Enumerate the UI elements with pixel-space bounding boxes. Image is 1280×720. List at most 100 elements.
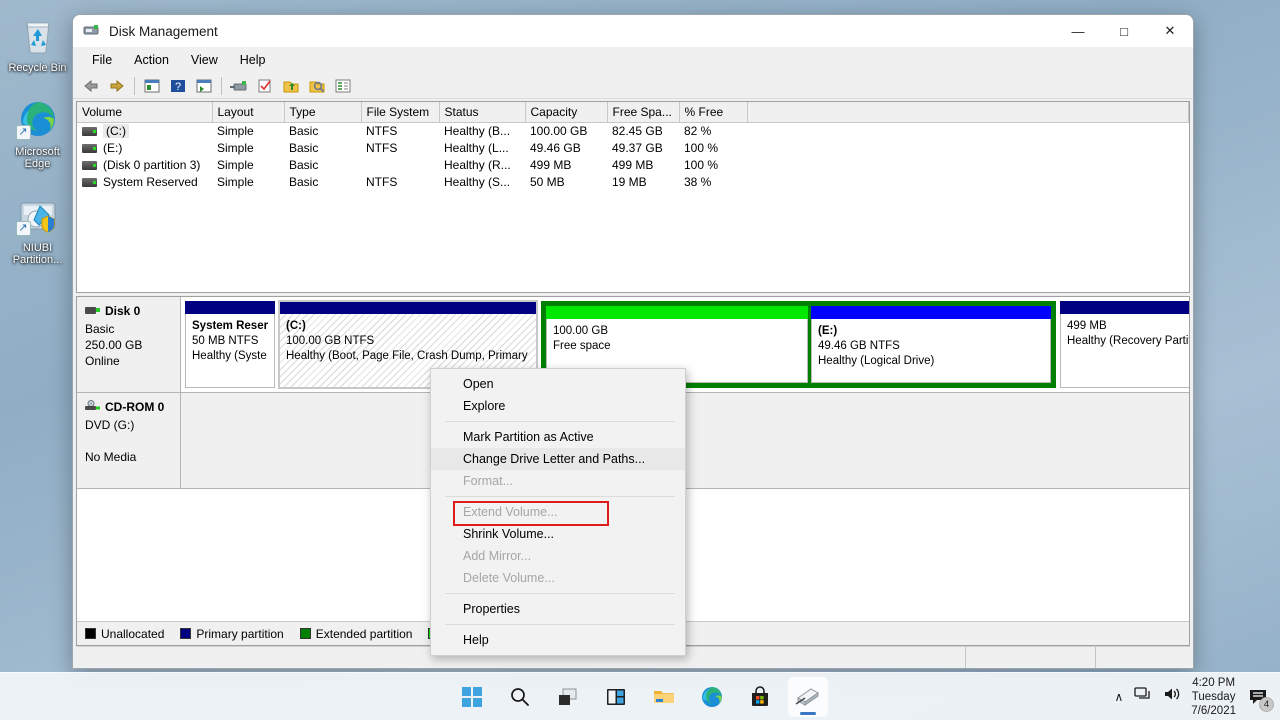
clock[interactable]: 4:20 PM Tuesday 7/6/2021 <box>1191 676 1236 718</box>
cell-layout: Simple <box>212 140 284 157</box>
minimize-button[interactable]: — <box>1055 15 1101 47</box>
task-view-icon[interactable] <box>548 677 588 717</box>
file-explorer-icon[interactable] <box>644 677 684 717</box>
shortcut-arrow-icon: ↗ <box>16 221 31 236</box>
table-row[interactable]: (C:) Simple Basic NTFS Healthy (B... 100… <box>77 123 1189 140</box>
disk-size: 250.00 GB <box>85 337 172 353</box>
col-volume[interactable]: Volume <box>77 102 212 123</box>
cell-volume: (E:) <box>77 140 212 157</box>
cell-filler <box>747 123 1189 140</box>
taskbar: ∧ 4:20 PM Tuesday 7/6/2021 4 <box>0 672 1280 720</box>
partition-size: 50 MB NTFS <box>192 335 258 347</box>
search-icon[interactable] <box>500 677 540 717</box>
partition-system-reserved[interactable]: System Reser 50 MB NTFS Healthy (Syste <box>185 301 275 388</box>
cell-type: Basic <box>284 123 361 140</box>
context-menu-item-shrink-volume[interactable]: Shrink Volume... <box>431 523 685 545</box>
drive-icon <box>82 161 97 170</box>
partition-e-drive[interactable]: (E:) 49.46 GB NTFS Healthy (Logical Driv… <box>811 306 1051 383</box>
col-file-system[interactable]: File System <box>361 102 439 123</box>
chevron-up-icon[interactable]: ∧ <box>1114 690 1123 704</box>
table-row[interactable]: System Reserved Simple Basic NTFS Health… <box>77 174 1189 191</box>
col-status[interactable]: Status <box>439 102 525 123</box>
maximize-button[interactable]: □ <box>1101 15 1147 47</box>
context-menu-separator <box>445 593 675 594</box>
table-row[interactable]: (E:) Simple Basic NTFS Healthy (L... 49.… <box>77 140 1189 157</box>
back-arrow-icon[interactable] <box>79 75 103 97</box>
menu-view[interactable]: View <box>180 50 229 70</box>
col-capacity[interactable]: Capacity <box>525 102 607 123</box>
cell-type: Basic <box>284 174 361 191</box>
svg-text:?: ? <box>175 81 181 93</box>
menu-help[interactable]: Help <box>229 50 277 70</box>
partition-size: 499 MB <box>1067 320 1107 332</box>
disk-management-icon <box>83 23 101 39</box>
rescan-disks-icon[interactable] <box>227 75 251 97</box>
desktop-icon-niubi-partition[interactable]: ↗ NIUBI Partition... <box>0 188 75 270</box>
properties-icon[interactable] <box>331 75 355 97</box>
up-one-level-icon[interactable] <box>140 75 164 97</box>
microsoft-store-icon[interactable] <box>740 677 780 717</box>
desktop-icon-microsoft-edge[interactable]: ↗ Microsoft Edge <box>0 92 75 174</box>
menu-file[interactable]: File <box>81 50 123 70</box>
cell-layout: Simple <box>212 157 284 174</box>
col-percent-free[interactable]: % Free <box>679 102 747 123</box>
cdrom-icon <box>85 400 100 414</box>
cell-percent-free: 38 % <box>679 174 747 191</box>
partition-recovery[interactable]: 499 MB Healthy (Recovery Partit <box>1060 301 1190 388</box>
toolbar-separator <box>134 77 135 95</box>
notification-center-button[interactable]: 4 <box>1246 684 1272 710</box>
cell-filler <box>747 174 1189 191</box>
speaker-icon[interactable] <box>1163 686 1181 707</box>
help-icon[interactable]: ? <box>166 75 190 97</box>
close-button[interactable]: ✕ <box>1147 15 1193 47</box>
export-icon[interactable] <box>279 75 303 97</box>
disk-management-icon[interactable] <box>788 677 828 717</box>
status-segment-3 <box>1096 647 1190 668</box>
context-menu-item-mark-partition-as-active[interactable]: Mark Partition as Active <box>431 426 685 448</box>
context-menu-item-open[interactable]: Open <box>431 373 685 395</box>
menu-action[interactable]: Action <box>123 50 180 70</box>
disk-size <box>85 433 172 449</box>
col-free-space[interactable]: Free Spa... <box>607 102 679 123</box>
context-menu-item-delete-volume: Delete Volume... <box>431 567 685 589</box>
context-menu-item-help[interactable]: Help <box>431 629 685 651</box>
widgets-icon[interactable] <box>596 677 636 717</box>
taskbar-apps <box>0 677 1280 717</box>
show-hide-pane-icon[interactable] <box>192 75 216 97</box>
search-icon[interactable] <box>305 75 329 97</box>
recycle-bin-icon <box>16 14 60 58</box>
cell-layout: Simple <box>212 123 284 140</box>
cell-percent-free: 100 % <box>679 140 747 157</box>
cell-type: Basic <box>284 140 361 157</box>
context-menu-item-extend-volume: Extend Volume... <box>431 501 685 523</box>
network-icon[interactable] <box>1134 686 1152 707</box>
cell-capacity: 49.46 GB <box>525 140 607 157</box>
volume-list[interactable]: Volume Layout Type File System Status Ca… <box>76 101 1190 293</box>
cell-percent-free: 82 % <box>679 123 747 140</box>
forward-arrow-icon[interactable] <box>105 75 129 97</box>
window-titlebar: Disk Management — □ ✕ <box>73 15 1193 47</box>
disk-info-disk0[interactable]: Disk 0 Basic 250.00 GB Online <box>77 297 181 392</box>
disk-kind: Basic <box>85 321 172 337</box>
legend-item-primary: Primary partition <box>180 627 283 641</box>
col-type[interactable]: Type <box>284 102 361 123</box>
start-button[interactable] <box>452 677 492 717</box>
col-filler <box>747 102 1189 123</box>
disk-info-cdrom0[interactable]: CD-ROM 0 DVD (G:) No Media <box>77 393 181 488</box>
check-disk-icon[interactable] <box>253 75 277 97</box>
partition-title: (E:) <box>818 325 837 337</box>
context-menu-item-explore[interactable]: Explore <box>431 395 685 417</box>
col-layout[interactable]: Layout <box>212 102 284 123</box>
desktop-icon-recycle-bin[interactable]: Recycle Bin <box>0 8 75 78</box>
microsoft-edge-icon[interactable] <box>692 677 732 717</box>
table-row[interactable]: (Disk 0 partition 3) Simple Basic Health… <box>77 157 1189 174</box>
context-menu-item-change-drive-letter-and-paths[interactable]: Change Drive Letter and Paths... <box>431 448 685 470</box>
partition-bar <box>811 306 1051 319</box>
disk-name: Disk 0 <box>105 304 140 318</box>
cell-free-space: 499 MB <box>607 157 679 174</box>
partition-bar <box>1060 301 1190 314</box>
volume-name: (Disk 0 partition 3) <box>103 158 200 172</box>
legend-swatch <box>300 628 311 639</box>
context-menu-item-properties[interactable]: Properties <box>431 598 685 620</box>
cell-volume: (Disk 0 partition 3) <box>77 157 212 174</box>
